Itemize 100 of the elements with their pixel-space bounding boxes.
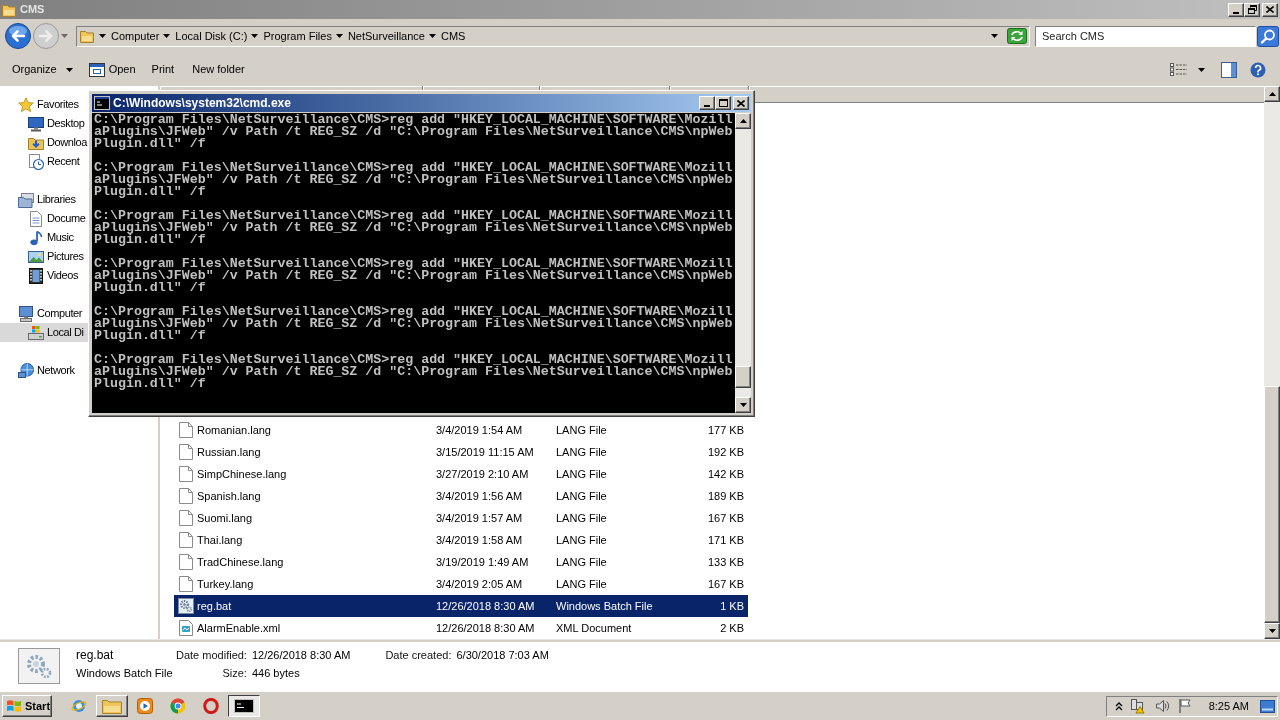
breadcrumb-item[interactable]: Computer	[111, 27, 160, 45]
file-row[interactable]: Suomi.lang 3/4/2019 1:57 AM LANG File 167 KB	[174, 507, 748, 529]
toolbar-button[interactable]: Open	[84, 58, 140, 81]
minimize-button[interactable]	[699, 96, 715, 110]
sidebar-item[interactable]: Libraries	[0, 190, 88, 209]
film-icon	[28, 267, 44, 284]
sidebar-item[interactable]: Downloa	[0, 133, 88, 152]
chevron-up-icon[interactable]	[1114, 701, 1123, 711]
scrollbar-thumb[interactable]	[735, 366, 751, 388]
refresh-button[interactable]	[1007, 28, 1027, 44]
play-icon	[137, 698, 153, 714]
scroll-down-button[interactable]	[735, 397, 751, 413]
detail-label: Date modified:	[176, 649, 247, 662]
minimize-button[interactable]	[1228, 2, 1244, 17]
caret-icon	[99, 34, 106, 38]
console-text: C:\Program Files\NetSurveillance\CMS>reg add "HKEY_LOCAL_MACHINE\SOFTWARE\MozillaPlugins\JFWeb" /v Path /t REG_SZ /d "C:\Program Files\NetSurveillance\CMS\npWebPlugin.dll" /f	[94, 258, 734, 294]
folder-icon	[2, 2, 16, 17]
file-row[interactable]: Thai.lang 3/4/2019 1:58 AM LANG File 171 KB	[174, 529, 748, 551]
music-note-icon	[28, 229, 44, 246]
breadcrumb-item[interactable]: Local Disk (C:)	[175, 27, 248, 45]
file-type: LANG File	[556, 466, 607, 482]
file-row[interactable]: Spanish.lang 3/4/2019 1:56 AM LANG File 189 KB	[174, 485, 748, 507]
taskbar-app-button[interactable]	[228, 695, 260, 717]
file-row[interactable]: SimpChinese.lang 3/27/2019 2:10 AM LANG File 142 KB	[174, 463, 748, 485]
scrollbar-thumb[interactable]	[1264, 386, 1280, 623]
start-button[interactable]: Start	[2, 695, 52, 717]
sidebar-item[interactable]: Local Di	[0, 323, 88, 342]
down-arrow-icon	[1268, 629, 1276, 633]
menu-button[interactable]: Organize	[6, 58, 79, 81]
breadcrumb-item[interactable]: CMS	[440, 27, 466, 45]
file-type: LANG File	[556, 510, 607, 526]
document-clock-icon	[28, 153, 44, 170]
clock[interactable]: 8:25 AM	[1208, 697, 1249, 715]
file-size: 189 KB	[707, 488, 744, 504]
file-size: 177 KB	[707, 422, 744, 438]
file-type: Windows Batch File	[556, 598, 653, 614]
console-icon	[94, 96, 110, 110]
preview-pane-icon	[1221, 61, 1237, 78]
file-type: LANG File	[556, 422, 607, 438]
file-name: Russian.lang	[197, 444, 261, 460]
network-warning-icon[interactable]	[1129, 698, 1146, 714]
sidebar-item[interactable]: Recent	[0, 152, 88, 171]
file-name: reg.bat	[197, 598, 232, 614]
caret-icon	[1198, 67, 1205, 72]
scroll-down-button[interactable]	[1264, 623, 1280, 639]
breadcrumb-item[interactable]: NetSurveillance	[347, 27, 425, 45]
speaker-icon[interactable]	[1154, 699, 1169, 713]
close-button[interactable]	[733, 96, 749, 110]
window-icon	[88, 61, 105, 78]
sidebar-item[interactable]: Computer	[0, 304, 88, 323]
maximize-button[interactable]	[715, 96, 731, 110]
document-icon	[179, 532, 193, 548]
detail-label: Date created:	[385, 649, 452, 662]
scroll-up-button[interactable]	[1264, 86, 1280, 102]
search-button[interactable]	[1257, 25, 1279, 47]
search-field[interactable]: Search CMS	[1035, 25, 1256, 47]
detail-value: 446 bytes	[250, 667, 301, 680]
caret-icon	[991, 34, 998, 38]
breadcrumb-item[interactable]: Program Files	[263, 27, 332, 45]
file-date: 3/15/2019 11:15 AM	[436, 444, 534, 460]
sidebar-item[interactable]: Desktop	[0, 114, 88, 133]
file-size: 167 KB	[707, 576, 744, 592]
sidebar-item[interactable]: Music	[0, 228, 88, 247]
file-row[interactable]: reg.bat 12/26/2018 8:30 AM Windows Batch File 1 KB	[174, 595, 748, 617]
file-type: LANG File	[556, 532, 607, 548]
toolbar-button[interactable]: New folder	[186, 58, 251, 81]
sidebar-item[interactable]: Videos	[0, 266, 88, 285]
gears-icon	[18, 648, 60, 684]
file-row[interactable]: Turkey.lang 3/4/2019 2:05 AM LANG File 167 KB	[174, 573, 748, 595]
file-size: 1 KB	[720, 598, 744, 614]
file-size: 192 KB	[707, 444, 744, 460]
sidebar-item[interactable]: Favorites	[0, 95, 88, 114]
restore-button[interactable]	[1244, 2, 1260, 17]
toolbar-button[interactable]: Print	[145, 58, 181, 81]
file-date: 3/19/2019 1:49 AM	[436, 554, 529, 570]
console-title: C:\Windows\system32\cmd.exe	[113, 95, 291, 112]
document-icon	[28, 210, 44, 227]
flag-icon[interactable]	[1177, 698, 1192, 714]
sidebar-item[interactable]: Docume	[0, 209, 88, 228]
file-size: 133 KB	[707, 554, 744, 570]
file-row[interactable]: AlarmEnable.xml 12/26/2018 8:30 AM XML Document 2 KB	[174, 617, 748, 639]
file-row[interactable]: TradChinese.lang 3/19/2019 1:49 AM LANG File 133 KB	[174, 551, 748, 573]
up-arrow-icon	[739, 119, 747, 123]
document-icon	[179, 444, 193, 460]
circle-logo-icon	[170, 698, 186, 714]
minimize-icon	[1233, 11, 1239, 14]
back-button[interactable]	[5, 23, 31, 49]
caret-icon	[163, 34, 171, 38]
sidebar-item[interactable]: Pictures	[0, 247, 88, 266]
sidebar-item[interactable]: Network	[0, 361, 88, 380]
file-name: SimpChinese.lang	[197, 466, 287, 482]
restore-icon	[1247, 5, 1257, 14]
address-bar[interactable]: Computer Local Disk (C:) Program Files NetSurveillance CMS	[76, 25, 1030, 47]
scroll-up-button[interactable]	[735, 113, 751, 129]
show-desktop-icon[interactable]	[1260, 699, 1275, 713]
close-button[interactable]	[1262, 2, 1278, 17]
file-row[interactable]: Romanian.lang 3/4/2019 1:54 AM LANG File 177 KB	[174, 419, 748, 441]
file-row[interactable]: Russian.lang 3/15/2019 11:15 AM LANG File 192 KB	[174, 441, 748, 463]
caret-icon	[428, 34, 436, 38]
console-text: C:\Program Files\NetSurveillance\CMS>reg add "HKEY_LOCAL_MACHINE\SOFTWARE\MozillaPlugins\JFWeb" /v Path /t REG_SZ /d "C:\Program Files\NetSurveillance\CMS\npWebPlugin.dll" /f	[94, 354, 734, 390]
